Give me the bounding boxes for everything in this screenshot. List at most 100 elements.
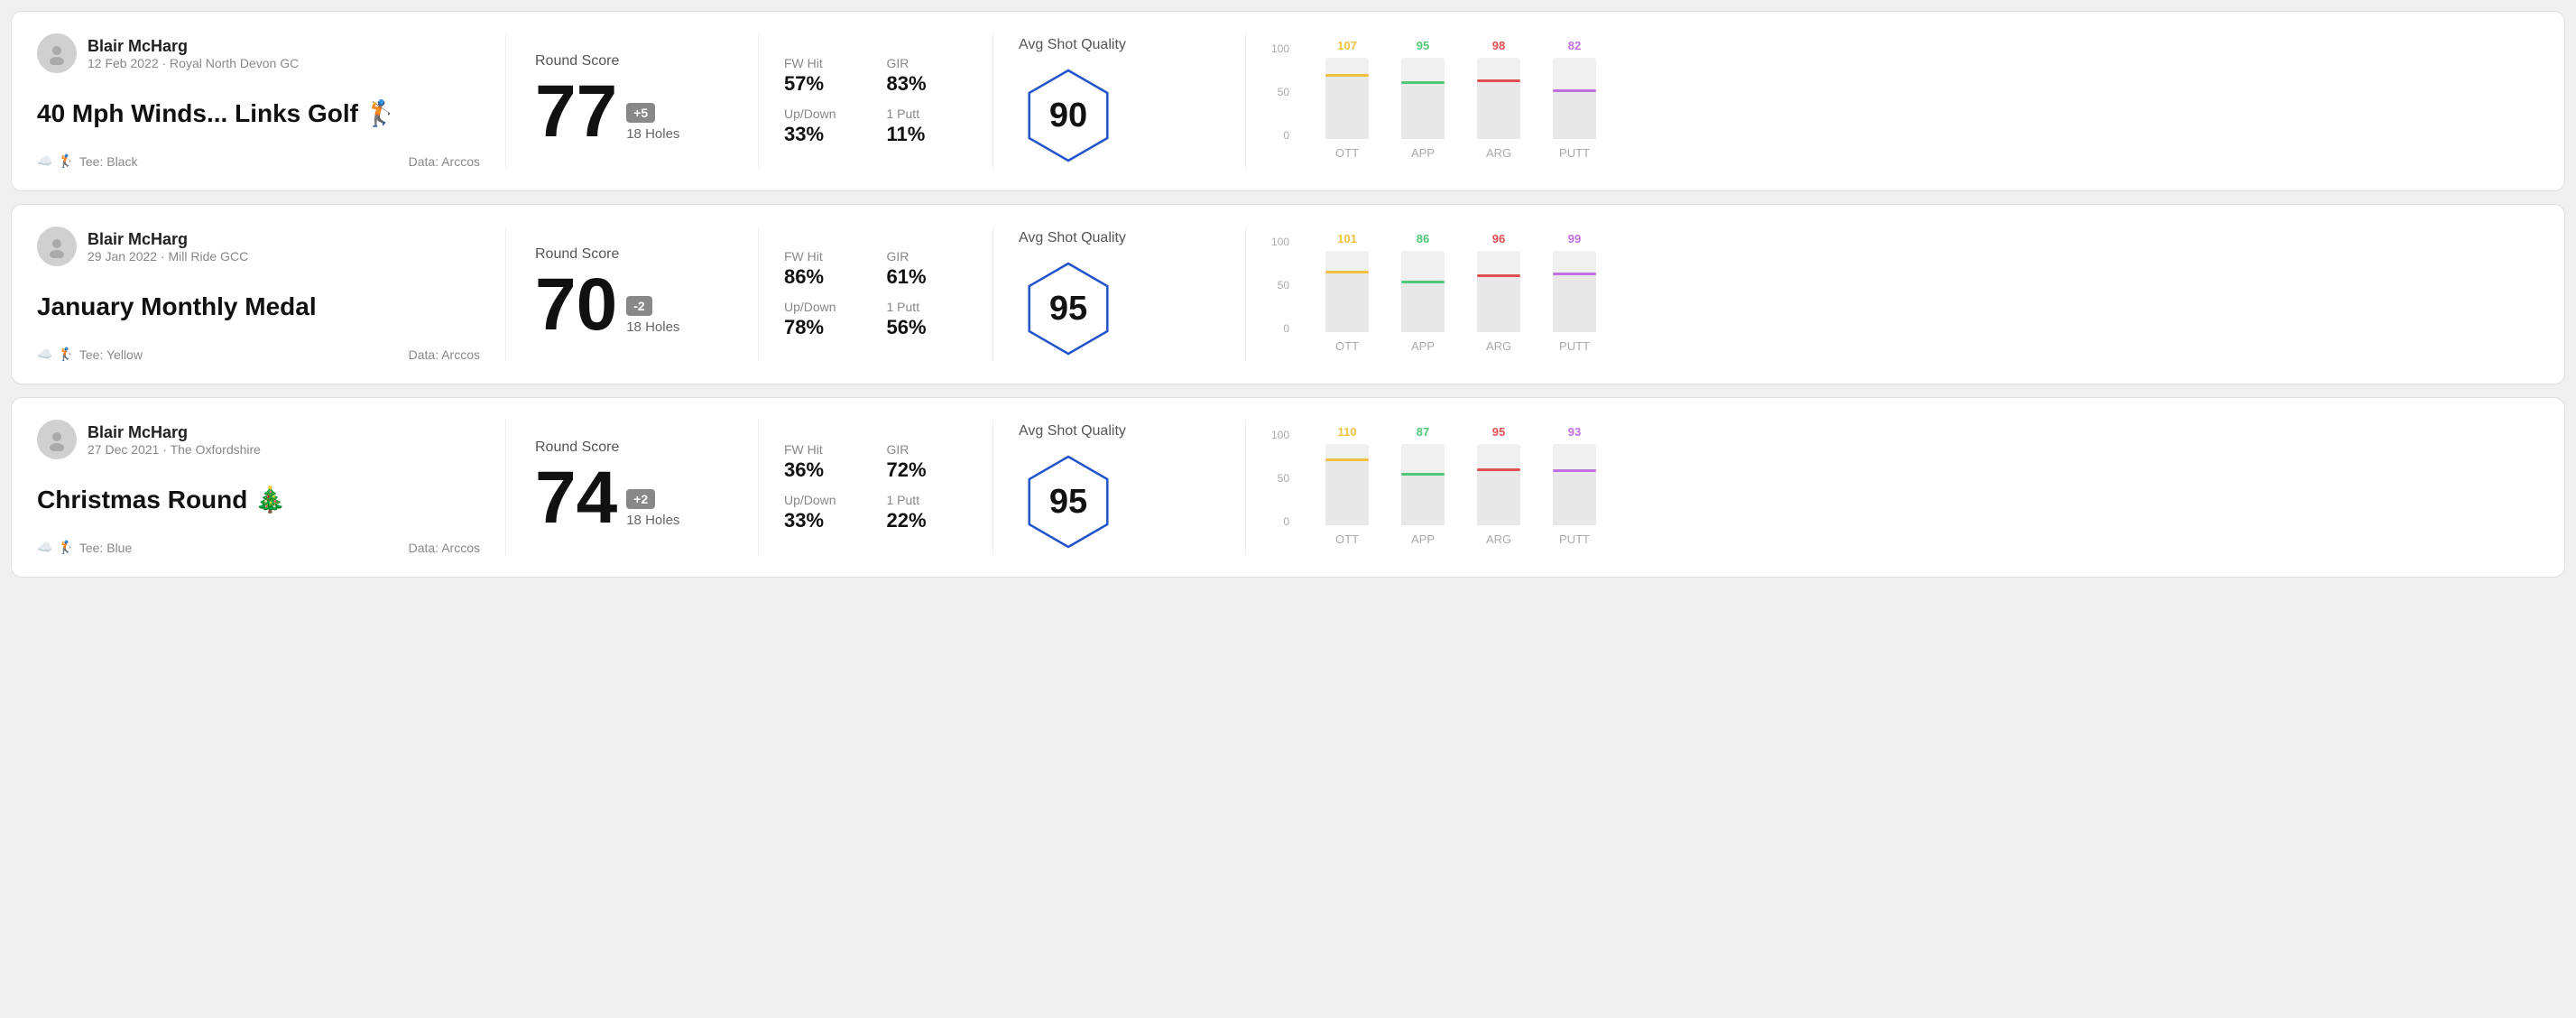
stat-item: GIR83%: [887, 56, 968, 96]
bottom-info: ☁️🏌️Tee: YellowData: Arccos: [37, 347, 480, 362]
stats-section: FW Hit36%GIR72%Up/Down33%1 Putt22%: [759, 420, 993, 555]
score-badge: +5: [626, 103, 655, 123]
y-axis-label: 100: [1271, 42, 1289, 55]
y-axis: 100500: [1271, 236, 1289, 335]
score-badge-wrap: +518 Holes: [626, 103, 679, 142]
stat-label: GIR: [887, 442, 968, 457]
tee-info: ☁️🏌️Tee: Blue: [37, 540, 132, 555]
bar-group: 98ARG: [1477, 39, 1520, 160]
score-number: 70: [535, 268, 617, 342]
round-title: Christmas Round 🎄: [37, 485, 480, 514]
bar-value-label: 99: [1568, 232, 1581, 245]
bar-group: 110 OTT: [1325, 425, 1369, 546]
stat-value: 22%: [887, 509, 968, 532]
hexagon-container: 95: [1019, 259, 1118, 358]
bar-x-label: APP: [1411, 146, 1435, 160]
bar-x-label: APP: [1411, 532, 1435, 546]
stat-label: Up/Down: [784, 106, 865, 121]
score-number: 74: [535, 461, 617, 535]
chart-section: 100500110OTT87APP95ARG93PUTT: [1246, 420, 2539, 555]
stat-label: FW Hit: [784, 56, 865, 70]
rounds-list: Blair McHarg 12 Feb 2022 · Royal North De…: [11, 11, 2565, 578]
stat-value: 57%: [784, 72, 865, 96]
hexagon-value: 95: [1049, 290, 1087, 329]
chart-section: 100500 107OTT 95APP 98ARG 82PUTT: [1246, 33, 2539, 169]
quality-section: Avg Shot Quality 90: [993, 33, 1246, 169]
bar-x-label: OTT: [1335, 532, 1359, 546]
bar-group: 95ARG: [1477, 425, 1520, 546]
bar-chart: 100500 107OTT 95APP 98ARG 82PUTT: [1271, 42, 2521, 160]
hexagon: 95: [1019, 259, 1118, 358]
bar-value-label: 110: [1338, 425, 1357, 439]
y-axis-label: 50: [1271, 472, 1289, 485]
holes-label: 18 Holes: [626, 319, 679, 335]
round-meta: 12 Feb 2022 · Royal North Devon GC: [88, 56, 299, 70]
score-badge: -2: [626, 296, 651, 316]
stats-section: FW Hit86%GIR61%Up/Down78%1 Putt56%: [759, 227, 993, 362]
score-number: 77: [535, 75, 617, 149]
round-left-section: Blair McHarg29 Jan 2022 · Mill Ride GCCJ…: [37, 227, 506, 362]
score-display: 70 -2 18 Holes: [535, 268, 729, 342]
stats-section: FW Hit57%GIR83%Up/Down33%1 Putt11%: [759, 33, 993, 169]
stat-value: 56%: [887, 316, 968, 339]
user-name: Blair McHarg: [88, 423, 261, 442]
stat-value: 33%: [784, 509, 865, 532]
stat-item: FW Hit 57%: [784, 56, 865, 96]
bar-wrap: [1553, 58, 1596, 139]
stat-label: 1 Putt: [887, 106, 968, 121]
hexagon-value: 90: [1049, 97, 1087, 135]
quality-label: Avg Shot Quality: [1019, 37, 1126, 53]
bag-icon: 🏌️: [58, 540, 73, 555]
bar-fill: [1553, 273, 1596, 332]
score-label: Round Score: [535, 440, 729, 456]
avatar: [37, 33, 77, 73]
avatar: [37, 420, 77, 459]
bar-x-label: OTT: [1335, 339, 1359, 353]
hexagon-container: 95: [1019, 452, 1118, 551]
round-left-section: Blair McHarg12 Feb 2022 · Royal North De…: [37, 33, 506, 169]
bar-x-label: ARG: [1486, 532, 1511, 546]
bottom-info: ☁️🏌️Tee: BlackData: Arccos: [37, 153, 480, 169]
stats-grid: FW Hit36%GIR72%Up/Down33%1 Putt22%: [784, 442, 967, 532]
stat-value: 36%: [784, 458, 865, 482]
bar-x-label: APP: [1411, 339, 1435, 353]
quality-section: Avg Shot Quality95: [993, 227, 1246, 362]
bar-group: 82PUTT: [1553, 39, 1596, 160]
user-details: Blair McHarg29 Jan 2022 · Mill Ride GCC: [88, 230, 248, 264]
stat-value: 78%: [784, 316, 865, 339]
score-badge-wrap: -2 18 Holes: [626, 296, 679, 335]
score-display: 74+218 Holes: [535, 461, 729, 535]
round-meta: 27 Dec 2021 · The Oxfordshire: [88, 442, 261, 457]
tee-label: Tee: Blue: [79, 541, 132, 555]
stat-label: GIR: [887, 56, 968, 70]
bar-wrap: [1477, 444, 1520, 525]
bar-fill: [1401, 81, 1445, 139]
score-section: Round Score 74+218 Holes: [506, 420, 759, 555]
user-details: Blair McHarg27 Dec 2021 · The Oxfordshir…: [88, 423, 261, 457]
y-axis-label: 100: [1271, 429, 1289, 441]
y-axis-label: 0: [1271, 129, 1289, 142]
bar-group: 95APP: [1401, 39, 1445, 160]
tee-label: Tee: Yellow: [79, 347, 143, 362]
data-source: Data: Arccos: [409, 154, 480, 169]
user-name: Blair McHarg: [88, 230, 248, 249]
bar-wrap: [1401, 251, 1445, 332]
stat-label: FW Hit: [784, 249, 865, 264]
score-section: Round Score70-218 Holes: [506, 227, 759, 362]
quality-label: Avg Shot Quality: [1019, 423, 1126, 440]
y-axis: 100500: [1271, 42, 1289, 142]
y-axis: 100500: [1271, 429, 1289, 528]
bar-fill: [1477, 79, 1520, 139]
stat-item: GIR72%: [887, 442, 968, 482]
bar-x-label: OTT: [1335, 146, 1359, 160]
stat-item: FW Hit86%: [784, 249, 865, 289]
tee-info: ☁️🏌️Tee: Yellow: [37, 347, 143, 362]
bar-chart: 100500101OTT86APP96ARG99PUTT: [1271, 236, 2521, 353]
bar-group: 107OTT: [1325, 39, 1369, 160]
bar-group: 86APP: [1401, 232, 1445, 353]
round-card: Blair McHarg27 Dec 2021 · The Oxfordshir…: [11, 397, 2565, 578]
bar-x-label: PUTT: [1559, 146, 1590, 160]
hexagon: 90: [1019, 66, 1118, 165]
bar-group: 101OTT: [1325, 232, 1369, 353]
hexagon-container: 90: [1019, 66, 1118, 165]
